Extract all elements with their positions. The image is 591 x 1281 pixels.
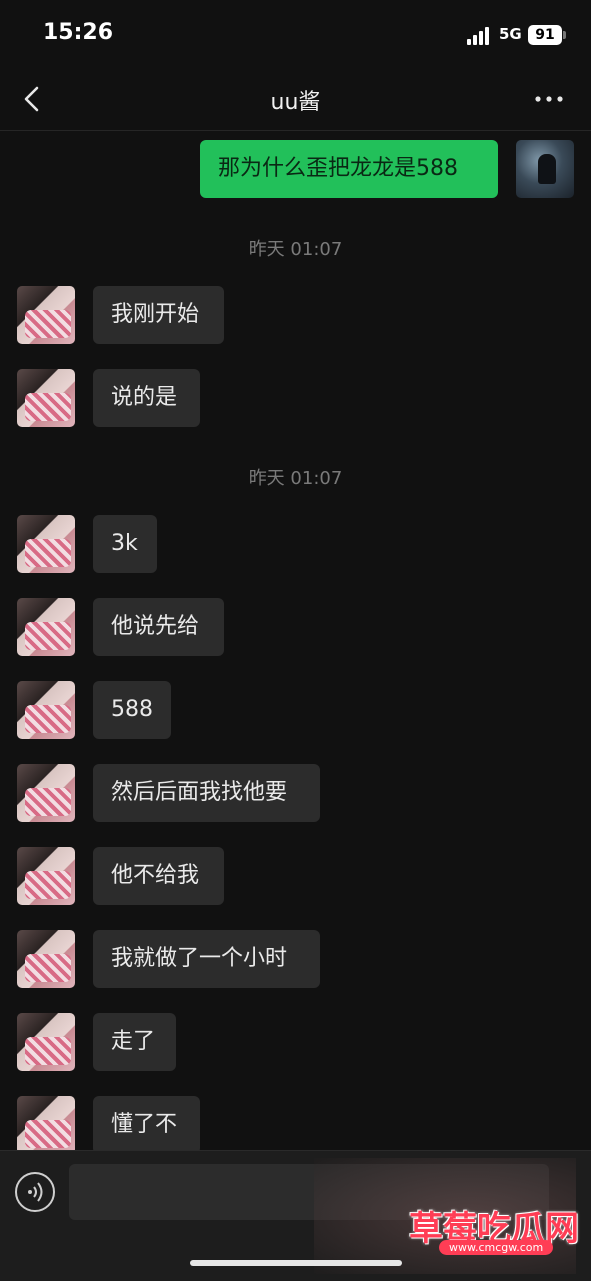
more-horizontal-icon[interactable] [534, 92, 564, 106]
contact-avatar[interactable] [17, 598, 75, 656]
watermark: 草莓吃瓜网 www.cmcgw.com [314, 1158, 579, 1274]
home-indicator[interactable] [190, 1260, 402, 1266]
battery-icon: 91 [528, 25, 562, 45]
timestamp: 昨天 01:07 [248, 239, 343, 260]
contact-avatar[interactable] [17, 1013, 75, 1071]
network-type: 5G [499, 25, 522, 43]
timestamp: 昨天 01:07 [248, 468, 343, 489]
message-list[interactable]: 那为什么歪把龙龙是588 昨天 01:07 我刚开始 说的是 昨天 01:07 … [0, 131, 591, 1150]
battery-tip [563, 31, 566, 39]
message-bubble-out[interactable]: 那为什么歪把龙龙是588 [200, 140, 498, 198]
chat-title: uu酱 [270, 90, 321, 115]
contact-avatar[interactable] [17, 930, 75, 988]
watermark-url: www.cmcgw.com [439, 1240, 554, 1255]
contact-avatar[interactable] [17, 1096, 75, 1150]
message-bubble-in[interactable]: 走了 [93, 1013, 176, 1071]
contact-avatar[interactable] [17, 764, 75, 822]
message-bubble-in[interactable]: 588 [93, 681, 171, 739]
my-avatar[interactable] [516, 140, 574, 198]
signal-icon [467, 27, 491, 45]
contact-avatar[interactable] [17, 515, 75, 573]
message-bubble-in[interactable]: 说的是 [93, 369, 200, 427]
message-bubble-in[interactable]: 他不给我 [93, 847, 224, 905]
status-time: 15:26 [43, 20, 114, 45]
message-bubble-in[interactable]: 我刚开始 [93, 286, 224, 344]
chat-header: uu酱 [0, 70, 591, 131]
contact-avatar[interactable] [17, 847, 75, 905]
message-bubble-in[interactable]: 他说先给 [93, 598, 224, 656]
contact-avatar[interactable] [17, 681, 75, 739]
message-bubble-in[interactable]: 我就做了一个小时 [93, 930, 320, 988]
voice-icon[interactable] [15, 1172, 55, 1212]
message-bubble-in[interactable]: 懂了不 [93, 1096, 200, 1150]
contact-avatar[interactable] [17, 286, 75, 344]
status-bar: 15:26 5G 91 [0, 0, 591, 70]
contact-avatar[interactable] [17, 369, 75, 427]
message-bubble-in[interactable]: 然后后面我找他要 [93, 764, 320, 822]
message-bubble-in[interactable]: 3k [93, 515, 157, 573]
